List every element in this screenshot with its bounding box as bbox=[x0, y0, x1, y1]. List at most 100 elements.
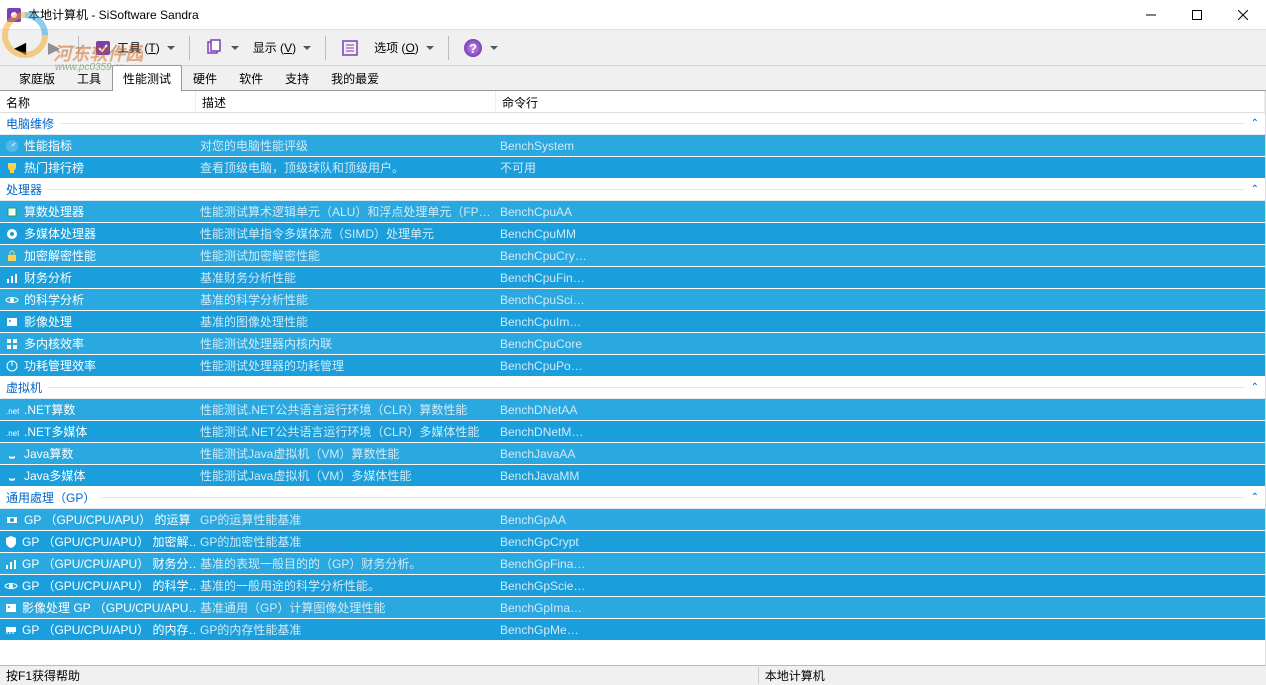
list-item[interactable]: 算数处理器性能测试算术逻辑单元（ALU）和浮点处理单元（FP…BenchCpuA… bbox=[0, 201, 1265, 223]
item-name: .NET多媒体 bbox=[24, 423, 87, 440]
options-icon-button[interactable] bbox=[334, 35, 366, 61]
tab-0[interactable]: 家庭版 bbox=[8, 65, 66, 91]
svg-text:.net: .net bbox=[6, 407, 19, 416]
tab-3[interactable]: 硬件 bbox=[182, 65, 228, 91]
item-name: 影像处理 GP （GPU/CPU/APU… bbox=[22, 599, 196, 616]
item-desc: 对您的电脑性能评级 bbox=[196, 137, 496, 154]
separator bbox=[325, 36, 326, 60]
options-menu[interactable]: 选项 (O) bbox=[368, 36, 440, 59]
chevron-down-icon bbox=[490, 46, 498, 50]
list-item[interactable]: 财务分析基准财务分析性能BenchCpuFin… bbox=[0, 267, 1265, 289]
back-button[interactable]: ◀ bbox=[4, 35, 36, 61]
item-desc: 性能测试.NET公共语言运行环境（CLR）算数性能 bbox=[196, 401, 496, 418]
minimize-button[interactable] bbox=[1128, 0, 1174, 30]
chevron-down-icon bbox=[426, 46, 434, 50]
tab-1[interactable]: 工具 bbox=[66, 65, 112, 91]
view-icon-button[interactable] bbox=[198, 35, 245, 61]
item-name: 的科学分析 bbox=[24, 291, 84, 308]
tab-2[interactable]: 性能测试 bbox=[112, 65, 182, 91]
item-desc: 查看顶级电脑，顶级球队和顶级用户。 bbox=[196, 159, 496, 176]
forward-icon: ▶ bbox=[44, 38, 64, 58]
group-header[interactable]: 虚拟机⌃ bbox=[0, 377, 1265, 399]
list-item[interactable]: 多媒体处理器性能测试单指令多媒体流（SIMD）处理单元BenchCpuMM bbox=[0, 223, 1265, 245]
group-title: 通用處理（GP） bbox=[6, 489, 95, 506]
status-help: 按F1获得帮助 bbox=[0, 667, 758, 684]
list-item[interactable]: 影像处理 GP （GPU/CPU/APU…基准通用（GP）计算图像处理性能Ben… bbox=[0, 597, 1265, 619]
item-cmd: BenchCpuCry… bbox=[496, 249, 616, 263]
list-item[interactable]: 的科学分析基准的科学分析性能BenchCpuSci… bbox=[0, 289, 1265, 311]
list-view[interactable]: 名称 描述 命令行 电脑维修⌃ 性能指标 对您的电脑性能评级BenchSystem 热… bbox=[0, 91, 1266, 665]
item-name: 加密解密性能 bbox=[24, 247, 96, 264]
chart-icon bbox=[4, 270, 20, 286]
view-menu[interactable]: 显示 (V) bbox=[247, 36, 317, 59]
item-name: GP （GPU/CPU/APU） 加密解… bbox=[22, 533, 196, 550]
col-name[interactable]: 名称 bbox=[0, 91, 196, 112]
item-name: 多媒体处理器 bbox=[24, 225, 96, 242]
forward-button[interactable]: ▶ bbox=[38, 35, 70, 61]
item-desc: 基准财务分析性能 bbox=[196, 269, 496, 286]
item-desc: 基准通用（GP）计算图像处理性能 bbox=[196, 599, 496, 616]
tab-4[interactable]: 软件 bbox=[228, 65, 274, 91]
copy-icon bbox=[204, 38, 224, 58]
help-icon: ? bbox=[463, 38, 483, 58]
item-cmd: BenchGpIma… bbox=[496, 601, 616, 615]
separator bbox=[448, 36, 449, 60]
item-desc: 性能测试处理器的功耗管理 bbox=[196, 357, 496, 374]
item-name: GP （GPU/CPU/APU） 财务分… bbox=[22, 555, 196, 572]
list-item[interactable]: .net.NET多媒体性能测试.NET公共语言运行环境（CLR）多媒体性能Ben… bbox=[0, 421, 1265, 443]
item-cmd: BenchCpuIm… bbox=[496, 315, 616, 329]
item-desc: 性能测试Java虚拟机（VM）算数性能 bbox=[196, 445, 496, 462]
group-header[interactable]: 处理器⌃ bbox=[0, 179, 1265, 201]
item-desc: 性能测试加密解密性能 bbox=[196, 247, 496, 264]
dotnet-icon: .net bbox=[4, 424, 20, 440]
list-item[interactable]: 影像处理 基准的图像处理性能BenchCpuIm… bbox=[0, 311, 1265, 333]
col-desc[interactable]: 描述 bbox=[196, 91, 496, 112]
chevron-down-icon bbox=[167, 46, 175, 50]
item-cmd: BenchCpuSci… bbox=[496, 293, 616, 307]
item-cmd: BenchGpMe… bbox=[496, 623, 616, 637]
list-item[interactable]: GP （GPU/CPU/APU） 的内存…GP的内存性能基准BenchGpMe… bbox=[0, 619, 1265, 641]
item-desc: 性能测试单指令多媒体流（SIMD）处理单元 bbox=[196, 225, 496, 242]
item-cmd: BenchGpFina… bbox=[496, 557, 616, 571]
item-cmd: BenchDNetM… bbox=[496, 425, 616, 439]
item-cmd: BenchSystem bbox=[496, 139, 616, 153]
chevron-down-icon bbox=[303, 46, 311, 50]
item-name: Java算数 bbox=[24, 445, 73, 462]
group-header[interactable]: 电脑维修⌃ bbox=[0, 113, 1265, 135]
list-item[interactable]: Java算数性能测试Java虚拟机（VM）算数性能BenchJavaAA bbox=[0, 443, 1265, 465]
tools-icon bbox=[93, 38, 113, 58]
window-controls bbox=[1128, 0, 1266, 30]
toolbar: ◀ ▶ 工具 (T) 显示 (V) 选项 (O) ? bbox=[0, 30, 1266, 66]
list-item[interactable]: GP （GPU/CPU/APU） 的运算GP的运算性能基准BenchGpAA bbox=[0, 509, 1265, 531]
list-item[interactable]: 性能指标 对您的电脑性能评级BenchSystem bbox=[0, 135, 1265, 157]
list-item[interactable]: GP （GPU/CPU/APU） 加密解…GP的加密性能基准BenchGpCry… bbox=[0, 531, 1265, 553]
list-item[interactable]: 加密解密性能 性能测试加密解密性能BenchCpuCry… bbox=[0, 245, 1265, 267]
list-item[interactable]: 功耗管理效率性能测试处理器的功耗管理BenchCpuPo… bbox=[0, 355, 1265, 377]
list-item[interactable]: 多内核效率性能测试处理器内核内联BenchCpuCore bbox=[0, 333, 1265, 355]
gpu-icon bbox=[4, 512, 20, 528]
tab-5[interactable]: 支持 bbox=[274, 65, 320, 91]
separator bbox=[189, 36, 190, 60]
item-name: GP （GPU/CPU/APU） 的内存… bbox=[22, 621, 196, 638]
maximize-button[interactable] bbox=[1174, 0, 1220, 30]
col-cmd[interactable]: 命令行 bbox=[496, 91, 1265, 112]
item-name: 多内核效率 bbox=[24, 335, 84, 352]
tools-menu[interactable]: 工具 (T) bbox=[87, 35, 181, 61]
group-header[interactable]: 通用處理（GP）⌃ bbox=[0, 487, 1265, 509]
list-item[interactable]: Java多媒体性能测试Java虚拟机（VM）多媒体性能BenchJavaMM bbox=[0, 465, 1265, 487]
list-item[interactable]: .net.NET算数性能测试.NET公共语言运行环境（CLR）算数性能Bench… bbox=[0, 399, 1265, 421]
list-item[interactable]: GP （GPU/CPU/APU） 的科学…基准的一般用途的科学分析性能。Benc… bbox=[0, 575, 1265, 597]
list-item[interactable]: 热门排行榜查看顶级电脑，顶级球队和顶级用户。不可用 bbox=[0, 157, 1265, 179]
cpu-icon bbox=[4, 204, 20, 220]
gauge-icon bbox=[4, 138, 20, 154]
close-button[interactable] bbox=[1220, 0, 1266, 30]
item-desc: GP的加密性能基准 bbox=[196, 533, 496, 550]
item-name: GP （GPU/CPU/APU） 的科学… bbox=[22, 577, 196, 594]
list-item[interactable]: GP （GPU/CPU/APU） 财务分…基准的表现一般目的的（GP）财务分析。… bbox=[0, 553, 1265, 575]
svg-text:?: ? bbox=[469, 41, 477, 56]
item-name: 影像处理 bbox=[24, 313, 72, 330]
item-desc: 基准的图像处理性能 bbox=[196, 313, 496, 330]
help-button[interactable]: ? bbox=[457, 35, 504, 61]
item-name: 性能指标 bbox=[24, 137, 72, 154]
tab-6[interactable]: 我的最爱 bbox=[320, 65, 390, 91]
